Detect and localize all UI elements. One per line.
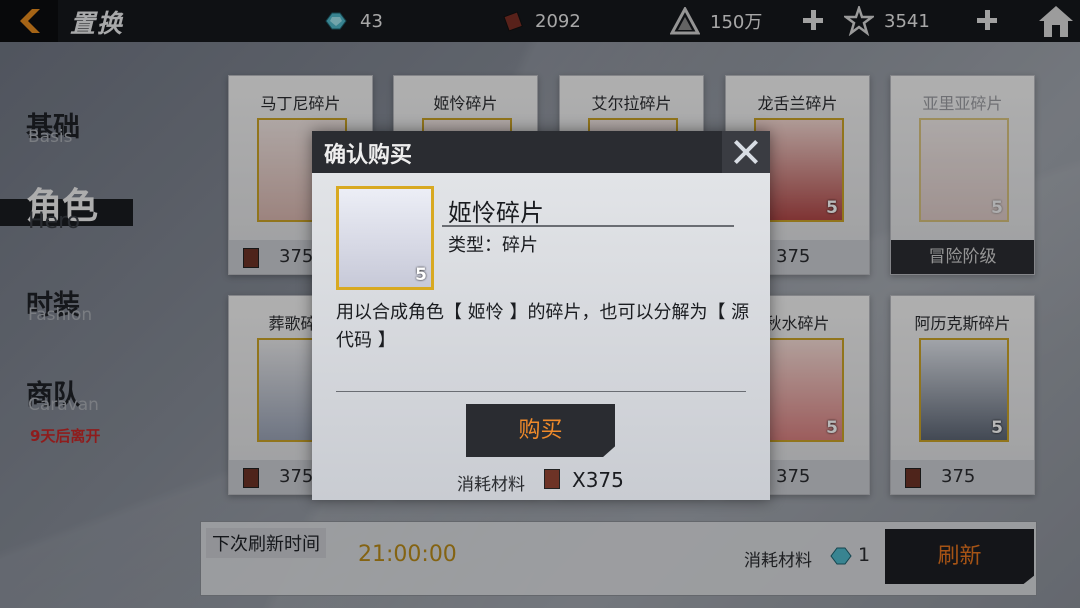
confirm-purchase-dialog: 确认购买 5 姬怜碎片 类型：碎片 用以合成角色【 姬怜 】的碎片，也可以分解为… — [312, 131, 770, 500]
cost-value: X375 — [572, 468, 624, 492]
item-description: 用以合成角色【 姬怜 】的碎片，也可以分解为【 源代码 】 — [336, 302, 750, 351]
divider — [442, 225, 734, 227]
divider — [336, 391, 746, 392]
close-button[interactable] — [722, 131, 770, 173]
item-type: 类型：碎片 — [448, 235, 538, 256]
material-icon — [544, 469, 560, 489]
item-level: 5 — [415, 265, 427, 285]
cost-label: 消耗材料 — [457, 475, 525, 495]
buy-button[interactable]: 购买 — [466, 404, 615, 457]
dialog-title: 确认购买 — [324, 143, 413, 168]
item-portrait: 5 — [336, 186, 434, 290]
item-name: 姬怜碎片 — [448, 199, 544, 227]
dialog-header: 确认购买 — [312, 131, 770, 173]
